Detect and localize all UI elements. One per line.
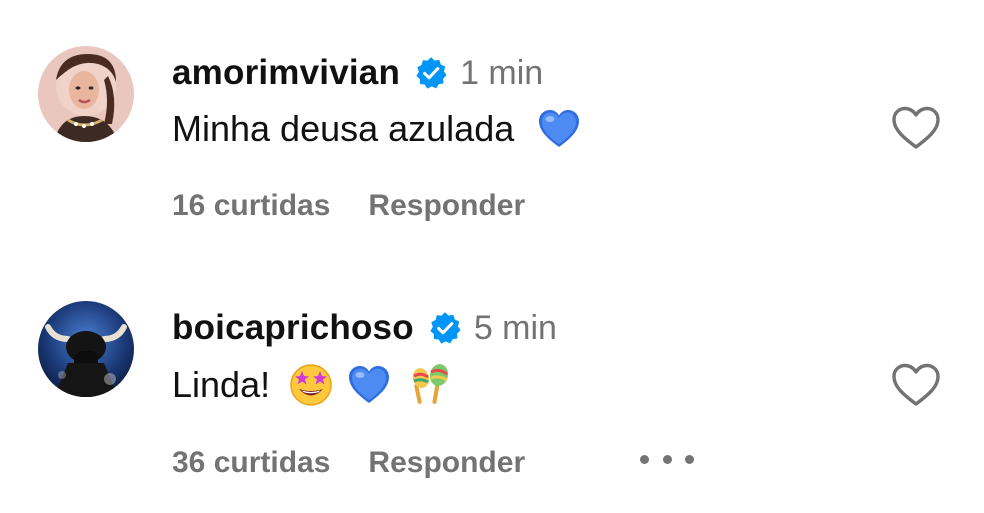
like-heart-icon[interactable] <box>890 105 942 151</box>
like-heart-icon[interactable] <box>890 362 942 408</box>
likes-count-link[interactable]: 16 curtidas <box>172 189 330 223</box>
comment-timestamp[interactable]: 5 min <box>474 309 557 348</box>
likes-count-link[interactable]: 36 curtidas <box>172 446 330 480</box>
avatar-image <box>38 46 134 142</box>
reply-button[interactable]: Responder <box>368 189 525 223</box>
username-link[interactable]: boicaprichoso <box>172 308 414 348</box>
more-options-icon[interactable] <box>640 439 694 479</box>
comment-actions: 16 curtidas Responder <box>172 186 525 226</box>
more-dot <box>685 454 694 464</box>
username-link[interactable]: amorimvivian <box>172 53 400 93</box>
blue-heart-emoji-icon <box>536 106 582 152</box>
comment-timestamp[interactable]: 1 min <box>460 54 543 93</box>
maracas-emoji-icon <box>408 362 454 408</box>
verified-badge-icon <box>414 56 448 90</box>
star-struck-emoji-icon <box>288 362 334 408</box>
comment-text-content: Minha deusa azulada <box>172 108 515 149</box>
comment-text: Minha deusa azulada <box>172 104 582 154</box>
avatar-boicaprichoso[interactable] <box>38 301 134 397</box>
comment-actions: 36 curtidas Responder <box>172 443 525 483</box>
comment-item: amorimvivian 1 min Minha deusa azulada 1… <box>0 0 984 250</box>
more-dot <box>662 454 672 464</box>
blue-heart-emoji-icon <box>346 362 392 408</box>
reply-button[interactable]: Responder <box>368 446 525 480</box>
more-dot <box>640 454 649 464</box>
avatar-amorimvivian[interactable] <box>38 46 134 142</box>
comment-text: Linda! <box>172 360 454 410</box>
avatar-image <box>38 301 134 397</box>
comment-item: boicaprichoso 5 min Linda! 36 curtidas R… <box>0 255 984 505</box>
verified-badge-icon <box>428 311 462 345</box>
comment-header: amorimvivian 1 min <box>172 51 543 95</box>
comment-header: boicaprichoso 5 min <box>172 306 557 350</box>
comment-text-content: Linda! <box>172 364 271 405</box>
